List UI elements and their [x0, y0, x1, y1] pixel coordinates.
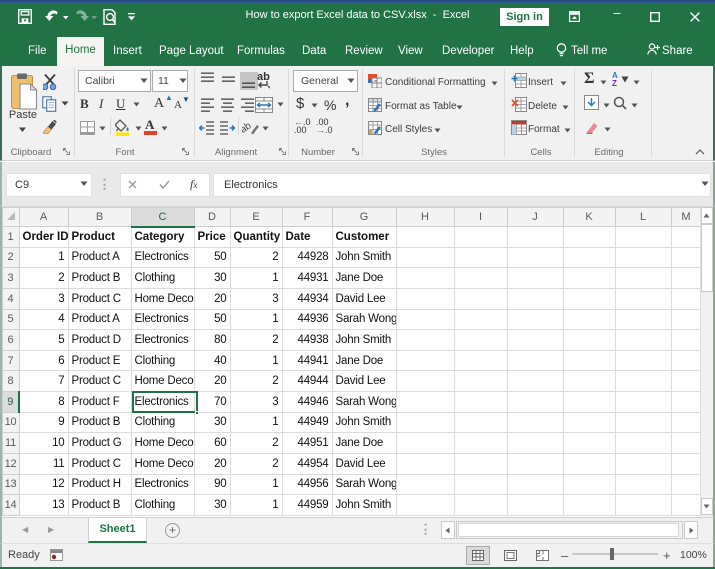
- svg-text:=: =: [374, 79, 377, 85]
